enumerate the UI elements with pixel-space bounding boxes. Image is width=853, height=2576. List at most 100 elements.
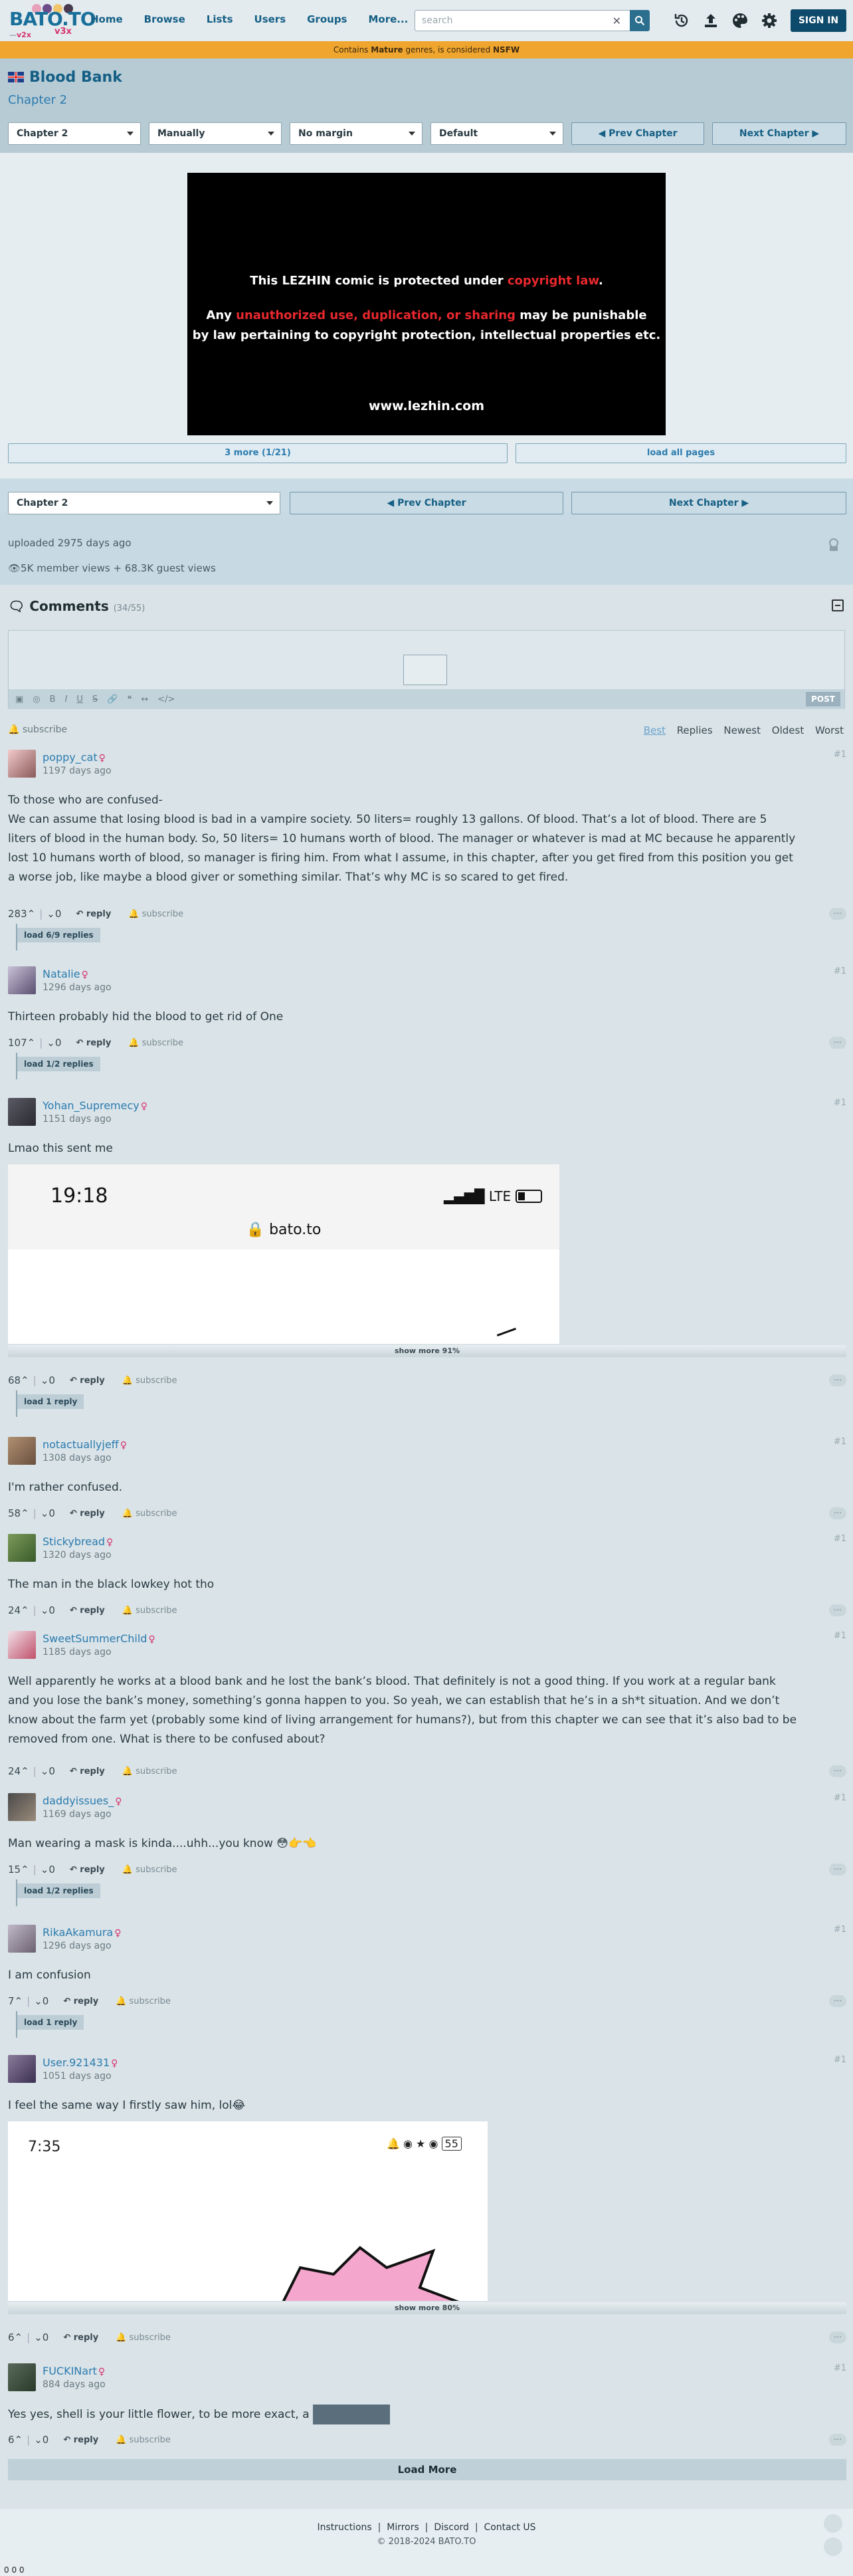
upvote-button[interactable]: 6 ⌃: [8, 2331, 23, 2343]
comment-number[interactable]: #1: [834, 1437, 846, 1447]
comment-number[interactable]: #1: [834, 1793, 846, 1803]
image-size-select[interactable]: Default: [430, 122, 563, 145]
comment-number[interactable]: #1: [834, 1631, 846, 1641]
downvote-button[interactable]: ⌄ 0: [41, 1507, 55, 1519]
more-options-button[interactable]: ⋯: [829, 1604, 846, 1616]
comment-number[interactable]: #1: [834, 1098, 846, 1108]
sort-best[interactable]: Best: [644, 724, 666, 736]
more-options-button[interactable]: ⋯: [829, 1507, 846, 1519]
downvote-button[interactable]: ⌄ 0: [47, 1037, 61, 1049]
nav-browse[interactable]: Browse: [144, 13, 185, 25]
load-replies-button[interactable]: load 6/9 replies: [16, 928, 100, 942]
next-chapter-button[interactable]: Next Chapter ▶: [712, 122, 846, 145]
avatar[interactable]: [8, 966, 36, 994]
chapter-link[interactable]: Chapter 2: [8, 93, 67, 107]
sort-worst[interactable]: Worst: [815, 724, 844, 736]
reply-button[interactable]: ↶ reply: [76, 1038, 111, 1048]
sort-newest[interactable]: Newest: [723, 724, 761, 736]
link-icon[interactable]: 🔗: [107, 695, 118, 704]
prev-chapter-button[interactable]: ◀ Prev Chapter: [571, 122, 704, 145]
upvote-button[interactable]: 283 ⌃: [8, 908, 35, 920]
subscribe-comment-button[interactable]: 🔔 subscribe: [116, 2333, 171, 2343]
downvote-button[interactable]: ⌄ 0: [41, 1374, 55, 1386]
search-button[interactable]: [630, 10, 650, 31]
reply-button[interactable]: ↶ reply: [70, 1376, 105, 1386]
avatar[interactable]: [8, 1098, 36, 1126]
upvote-button[interactable]: 107 ⌃: [8, 1037, 35, 1049]
upvote-button[interactable]: 24 ⌃: [8, 1765, 29, 1777]
downvote-button[interactable]: ⌄ 0: [47, 908, 61, 920]
sort-replies[interactable]: Replies: [677, 724, 713, 736]
load-replies-button[interactable]: load 1 reply: [16, 2015, 84, 2030]
reading-mode-select[interactable]: Manually: [149, 122, 282, 145]
comment-username[interactable]: Stickybread ♀: [43, 1535, 113, 1548]
next-chapter-button-bottom[interactable]: Next Chapter ▶: [571, 492, 846, 514]
reply-button[interactable]: ↶ reply: [70, 1606, 105, 1616]
comment-username[interactable]: Natalie ♀: [43, 968, 88, 980]
downvote-button[interactable]: ⌄ 0: [34, 2331, 48, 2343]
reply-button[interactable]: ↶ reply: [76, 909, 111, 919]
search-input[interactable]: search ✕: [415, 10, 648, 31]
login-required-icon[interactable]: [403, 655, 447, 685]
more-options-button[interactable]: ⋯: [829, 1864, 846, 1876]
scroll-down-icon[interactable]: [824, 2537, 842, 2556]
more-options-button[interactable]: ⋯: [829, 1765, 846, 1777]
downvote-button[interactable]: ⌄ 0: [41, 1765, 55, 1777]
clear-search-icon[interactable]: ✕: [613, 15, 621, 27]
series-title[interactable]: Blood Bank: [8, 69, 122, 86]
avatar[interactable]: [8, 1534, 36, 1562]
footer-discord[interactable]: Discord: [434, 2522, 469, 2533]
post-button[interactable]: POST: [806, 692, 840, 706]
avatar[interactable]: [8, 1631, 36, 1659]
quote-icon[interactable]: ❝: [127, 695, 132, 704]
upvote-button[interactable]: 6 ⌃: [8, 2434, 23, 2446]
avatar[interactable]: [8, 2055, 36, 2083]
v3x-link[interactable]: v3x: [54, 27, 72, 37]
upvote-button[interactable]: 24 ⌃: [8, 1604, 29, 1616]
comment-username[interactable]: RikaAkamura ♀: [43, 1926, 121, 1939]
upvote-button[interactable]: 68 ⌃: [8, 1374, 29, 1386]
comment-attached-image[interactable]: 7:35 🔔 ◉ ★ ◉ 55: [8, 2121, 488, 2301]
horizontal-rule-icon[interactable]: ↔: [141, 695, 148, 704]
reply-button[interactable]: ↶ reply: [70, 1767, 105, 1776]
more-options-button[interactable]: ⋯: [829, 1037, 846, 1049]
strikethrough-icon[interactable]: S: [92, 695, 98, 704]
history-icon[interactable]: [672, 11, 691, 30]
show-more-image-button[interactable]: show more 80%: [8, 2302, 846, 2314]
upvote-button[interactable]: 7 ⌃: [8, 1995, 23, 2007]
comment-number[interactable]: #1: [834, 966, 846, 976]
load-replies-button[interactable]: load 1 reply: [16, 1394, 84, 1409]
load-more-pages-button[interactable]: 3 more (1/21): [8, 443, 508, 463]
comment-username[interactable]: notactuallyjeff ♀: [43, 1438, 127, 1451]
nav-home[interactable]: Home: [90, 13, 123, 25]
reply-button[interactable]: ↶ reply: [63, 1996, 98, 2006]
image-icon[interactable]: ▣: [15, 695, 23, 704]
chapter-select[interactable]: Chapter 2: [8, 122, 141, 145]
load-replies-button[interactable]: load 1/2 replies: [16, 1057, 100, 1071]
chapter-select-bottom[interactable]: Chapter 2: [8, 492, 280, 514]
show-more-image-button[interactable]: show more 91%: [8, 1345, 846, 1357]
reply-button[interactable]: ↶ reply: [70, 1509, 105, 1519]
avatar[interactable]: [8, 750, 36, 778]
footer-contact[interactable]: Contact US: [484, 2522, 535, 2533]
comment-username[interactable]: SweetSummerChild ♀: [43, 1632, 155, 1645]
reply-button[interactable]: ↶ reply: [70, 1865, 105, 1875]
more-options-button[interactable]: ⋯: [829, 2331, 846, 2343]
sort-oldest[interactable]: Oldest: [772, 724, 804, 736]
nav-groups[interactable]: Groups: [307, 13, 347, 25]
subscribe-comment-button[interactable]: 🔔 subscribe: [122, 1509, 177, 1519]
subscribe-thread-button[interactable]: 🔔 subscribe: [8, 724, 67, 735]
comment-username[interactable]: daddyissues_ ♀: [43, 1794, 122, 1807]
comment-number[interactable]: #1: [834, 1534, 846, 1544]
collapse-icon[interactable]: [832, 599, 844, 611]
load-more-comments-button[interactable]: Load More: [8, 2459, 846, 2480]
more-options-button[interactable]: ⋯: [829, 2434, 846, 2446]
bold-icon[interactable]: B: [50, 695, 56, 704]
avatar[interactable]: [8, 1437, 36, 1465]
comment-username[interactable]: Yohan_Supremecy ♀: [43, 1099, 147, 1112]
downvote-button[interactable]: ⌄ 0: [41, 1604, 55, 1616]
avatar[interactable]: [8, 2363, 36, 2391]
avatar[interactable]: [8, 1925, 36, 1953]
upvote-button[interactable]: 15 ⌃: [8, 1864, 29, 1876]
palette-icon[interactable]: [731, 11, 749, 30]
